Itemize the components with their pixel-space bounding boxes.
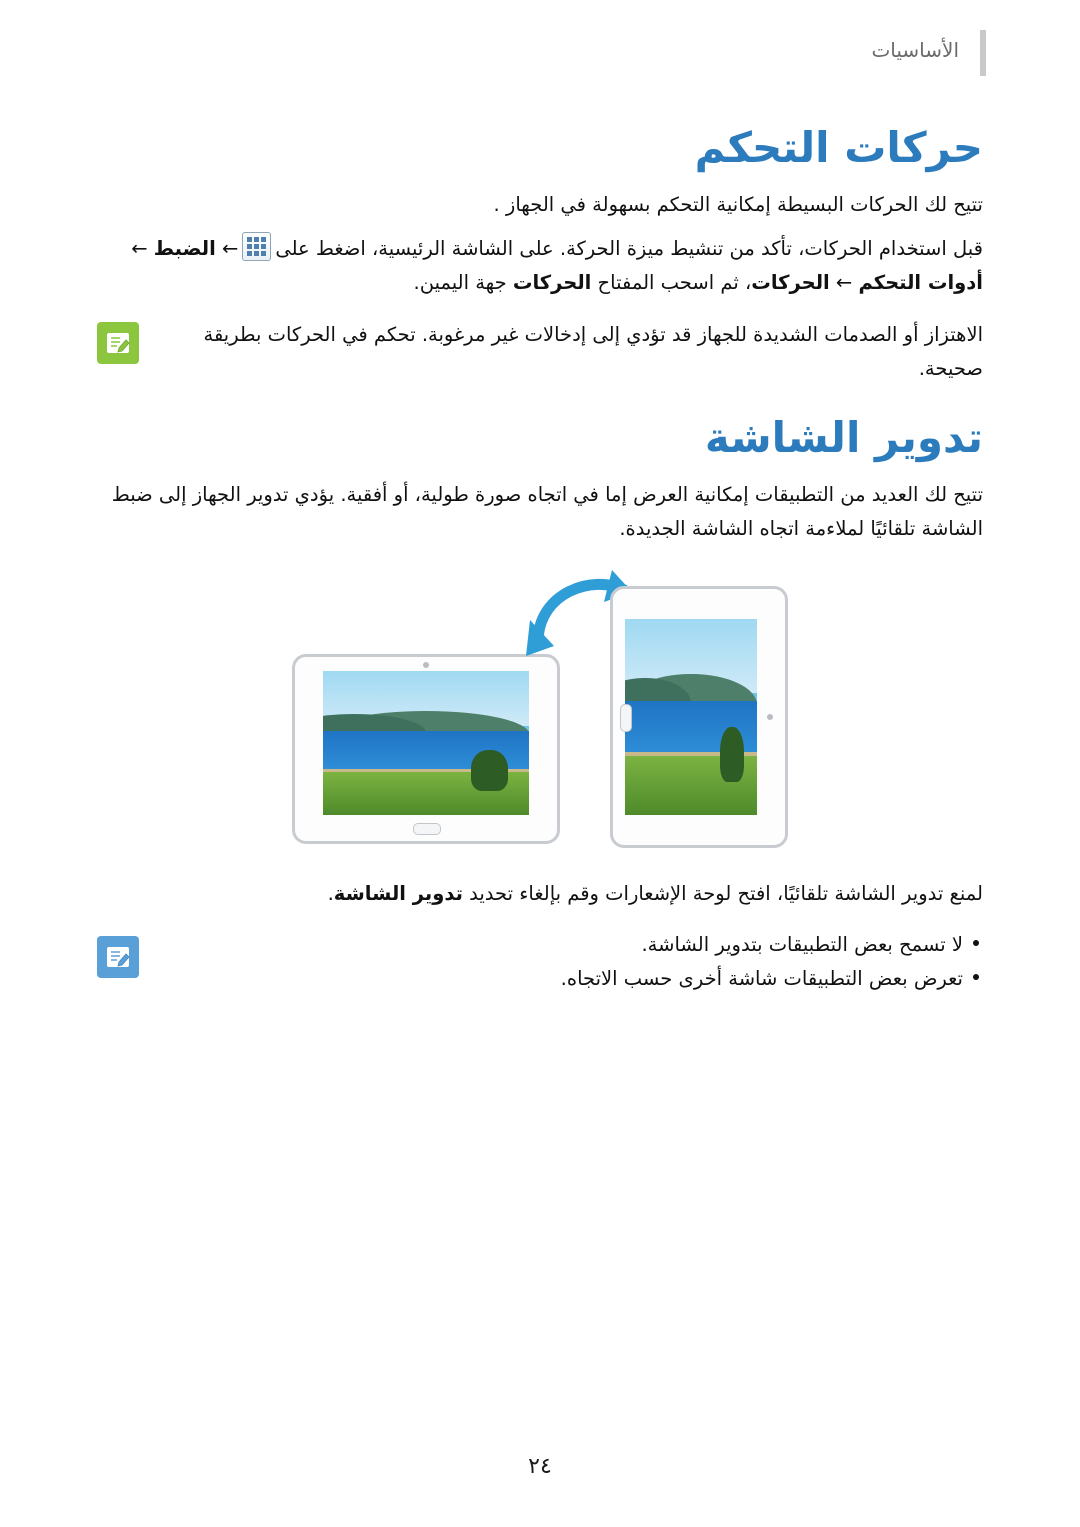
portrait-photo xyxy=(625,619,757,815)
tablet-portrait-screen xyxy=(625,619,757,815)
bullet-dot xyxy=(973,940,979,946)
page-number: ٢٤ xyxy=(528,1454,552,1479)
tablet-landscape xyxy=(292,654,560,844)
photo-tree xyxy=(720,726,744,782)
paragraph-prevent-rotation-text: لمنع تدوير الشاشة تلقائيًا، افتح لوحة ال… xyxy=(327,882,983,905)
note-control-motions-text: الاهتزاز أو الصدمات الشديدة للجهاز قد تؤ… xyxy=(203,323,983,380)
note-control-motions: الاهتزاز أو الصدمات الشديدة للجهاز قد تؤ… xyxy=(97,318,983,380)
note-bullet-text: لا تسمح بعض التطبيقات بتدوير الشاشة. xyxy=(641,933,963,956)
tablet-rotation-illustration xyxy=(0,568,1080,868)
home-button xyxy=(413,823,441,835)
front-camera-dot xyxy=(423,662,429,668)
front-camera-dot xyxy=(767,714,773,720)
apps-grid-icon xyxy=(242,232,272,261)
paragraph-control-steps-before: قبل استخدام الحركات، تأكد من تنشيط ميزة … xyxy=(275,237,983,260)
photo-tree xyxy=(471,750,509,791)
paragraph-screen-rotation: تتيح لك العديد من التطبيقات إمكانية العر… xyxy=(111,483,983,540)
paragraph-control-intro: تتيح لك الحركات البسيطة إمكانية التحكم ب… xyxy=(493,193,983,216)
note-screen-rotation: لا تسمح بعض التطبيقات بتدوير الشاشة. تعر… xyxy=(97,928,983,1018)
note-info-icon xyxy=(97,936,139,978)
paragraph-control-steps: قبل استخدام الحركات، تأكد من تنشيط ميزة … xyxy=(97,232,983,299)
home-button xyxy=(620,704,632,732)
page-header: الأساسيات xyxy=(66,30,1006,76)
note-bullet: تعرض بعض التطبيقات شاشة أخرى حسب الاتجاه… xyxy=(173,962,983,996)
bullet-dot xyxy=(973,973,979,980)
tablet-landscape-screen xyxy=(323,671,529,815)
header-accent-bar xyxy=(980,30,986,76)
note-pencil-icon xyxy=(97,322,139,364)
note-bullet-text: تعرض بعض التطبيقات شاشة أخرى حسب الاتجاه… xyxy=(560,966,963,990)
note-screen-rotation-text: لا تسمح بعض التطبيقات بتدوير الشاشة. تعر… xyxy=(173,928,983,995)
paragraph-prevent-rotation: لمنع تدوير الشاشة تلقائيًا، افتح لوحة ال… xyxy=(97,878,983,909)
document-page: الأساسيات حركات التحكم تتيح لك الحركات ا… xyxy=(0,0,1080,1527)
tablet-portrait xyxy=(610,586,788,848)
heading-screen-rotation: تدوير الشاشة xyxy=(704,413,983,462)
note-bullet: لا تسمح بعض التطبيقات بتدوير الشاشة. xyxy=(173,928,983,962)
heading-control-motions: حركات التحكم xyxy=(694,123,983,172)
header-section-label: الأساسيات xyxy=(871,38,959,62)
landscape-photo xyxy=(323,671,529,815)
